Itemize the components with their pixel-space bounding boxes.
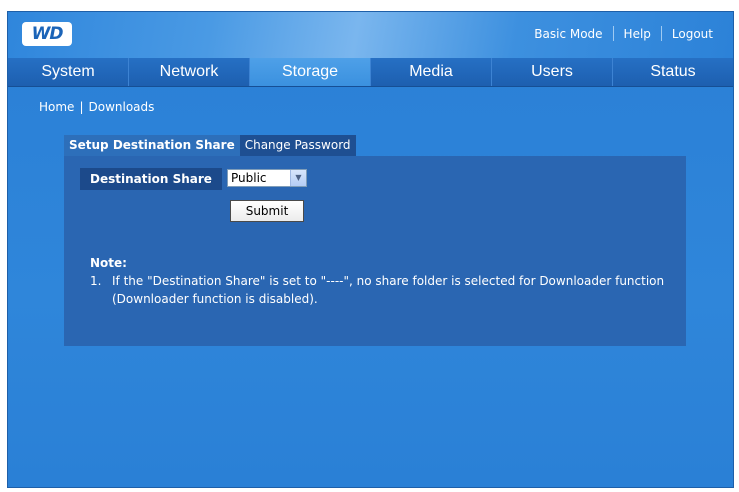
destination-share-select[interactable]: Public ▼ xyxy=(227,169,307,187)
breadcrumb-separator: | xyxy=(79,100,84,114)
tab-system[interactable]: System xyxy=(8,58,129,86)
settings-panel: Destination Share Public ▼ Submit Note: … xyxy=(64,156,686,346)
tab-media[interactable]: Media xyxy=(371,58,492,86)
logout-link[interactable]: Logout xyxy=(662,27,723,41)
sub-tabs: Setup Destination Share Change Password xyxy=(64,135,356,156)
breadcrumb-current: Downloads xyxy=(88,100,155,114)
submit-button[interactable]: Submit xyxy=(230,200,304,222)
breadcrumb: Home | Downloads xyxy=(39,100,154,114)
tab-status[interactable]: Status xyxy=(613,58,733,86)
breadcrumb-home[interactable]: Home xyxy=(39,100,74,114)
note-item: 1. If the "Destination Share" is set to … xyxy=(90,272,682,308)
note-title: Note: xyxy=(90,256,127,270)
destination-share-label: Destination Share xyxy=(80,168,222,190)
subtab-change-password[interactable]: Change Password xyxy=(239,135,356,156)
top-bar: WD Basic Mode Help Logout xyxy=(8,12,733,58)
tab-storage[interactable]: Storage xyxy=(250,58,371,86)
subtab-setup-destination-share[interactable]: Setup Destination Share xyxy=(64,135,240,156)
note-section: Note: 1. If the "Destination Share" is s… xyxy=(90,254,682,308)
basic-mode-link[interactable]: Basic Mode xyxy=(524,27,612,41)
tab-network[interactable]: Network xyxy=(129,58,250,86)
note-item-number: 1. xyxy=(90,274,102,288)
wd-logo: WD xyxy=(22,22,72,46)
destination-share-value: Public xyxy=(231,171,267,185)
note-item-text: If the "Destination Share" is set to "--… xyxy=(112,274,665,306)
top-links: Basic Mode Help Logout xyxy=(524,26,723,41)
app-frame: WD Basic Mode Help Logout System Network… xyxy=(7,11,734,488)
help-link[interactable]: Help xyxy=(614,27,661,41)
chevron-down-icon[interactable]: ▼ xyxy=(290,170,306,186)
main-nav: System Network Storage Media Users Statu… xyxy=(8,58,733,87)
tab-users[interactable]: Users xyxy=(492,58,613,86)
